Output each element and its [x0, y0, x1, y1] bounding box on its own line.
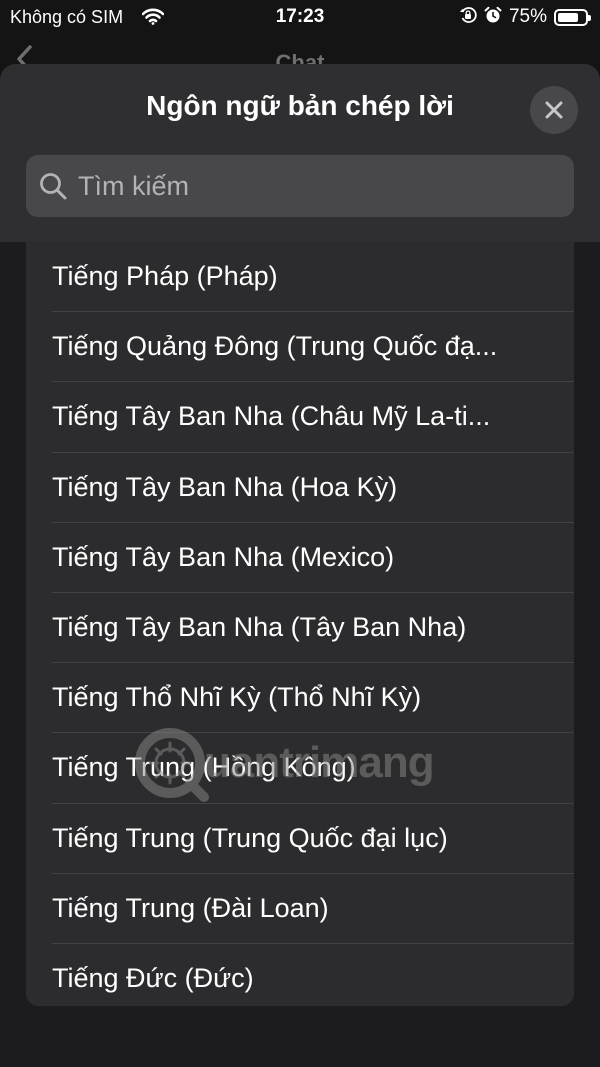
language-list-item[interactable]: Tiếng Trung (Đài Loan) [52, 874, 574, 944]
battery-icon [554, 8, 591, 26]
status-right-group: 75% [459, 6, 591, 29]
orientation-lock-icon [459, 6, 477, 29]
language-list: Tiếng Pháp (Pháp) Tiếng Quảng Đông (Trung… [26, 242, 574, 1006]
close-button[interactable] [530, 86, 578, 134]
language-list-item[interactable]: Tiếng Tây Ban Nha (Mexico) [52, 523, 574, 593]
search-input[interactable] [68, 154, 574, 218]
language-list-item[interactable]: Tiếng Trung (Hồng Kông) [52, 733, 574, 804]
status-bar: Không có SIM 17:23 75% [0, 0, 600, 34]
language-label: Tiếng Tây Ban Nha (Hoa Kỳ) [52, 471, 398, 502]
language-list-item[interactable]: Tiếng Pháp (Pháp) [52, 242, 574, 313]
sheet-header: Ngôn ngữ bản chép lời [0, 64, 600, 242]
language-label: Tiếng Quảng Đông (Trung Quốc đạ... [52, 331, 498, 362]
language-label: Tiếng Thổ Nhĩ Kỳ (Thổ Nhĩ Kỳ) [52, 682, 422, 713]
sheet-title: Ngôn ngữ bản chép lời [146, 90, 454, 121]
language-label: Tiếng Trung (Trung Quốc đại lục) [52, 822, 448, 853]
language-list-item[interactable]: Tiếng Tây Ban Nha (Tây Ban Nha) [52, 593, 574, 664]
alarm-icon [484, 6, 502, 29]
language-list-item[interactable]: Tiếng Trung (Trung Quốc đại lục) [52, 804, 574, 874]
close-icon [544, 100, 564, 120]
language-list-item[interactable]: Tiếng Thổ Nhĩ Kỳ (Thổ Nhĩ Kỳ) [52, 663, 574, 734]
language-sheet: Ngôn ngữ bản chép lời Tiếng Pháp (Pháp)T… [0, 64, 600, 1067]
language-label: Tiếng Tây Ban Nha (Châu Mỹ La-ti... [52, 401, 491, 432]
language-list-item[interactable]: Tiếng Đức (Đức) [52, 944, 574, 1006]
language-label: Tiếng Trung (Hồng Kông) [52, 752, 356, 783]
language-list-item[interactable]: Tiếng Tây Ban Nha (Châu Mỹ La-ti... [52, 382, 574, 453]
language-list-item[interactable]: Tiếng Quảng Đông (Trung Quốc đạ... [52, 312, 574, 383]
language-label: Tiếng Tây Ban Nha (Mexico) [52, 541, 395, 572]
language-label: Tiếng Tây Ban Nha (Tây Ban Nha) [52, 612, 467, 643]
search-icon [38, 171, 68, 201]
battery-level-fill [558, 12, 578, 22]
battery-percent: 75% [508, 6, 547, 27]
language-list-item[interactable]: Tiếng Tây Ban Nha (Hoa Kỳ) [52, 453, 574, 523]
language-label: Tiếng Trung (Đài Loan) [52, 892, 329, 923]
language-label: Tiếng Đức (Đức) [52, 963, 254, 994]
search-field[interactable] [26, 154, 574, 218]
language-label: Tiếng Pháp (Pháp) [52, 261, 278, 292]
